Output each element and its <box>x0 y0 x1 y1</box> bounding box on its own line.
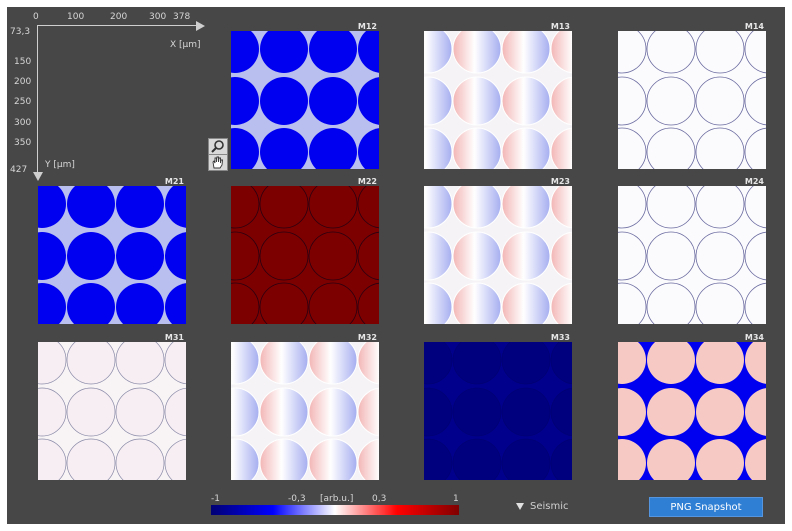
colorbar-unit-label: [arb.u.] <box>320 494 354 504</box>
y-tick-label: 150 <box>14 57 32 67</box>
tile-label: M12 <box>357 22 377 31</box>
tile-image <box>231 186 379 324</box>
matrix-tile-m23[interactable]: M23 <box>424 177 572 324</box>
y-axis-line <box>37 25 38 173</box>
tile-image <box>231 31 379 169</box>
matrix-tile-m12[interactable]: M12 <box>231 22 379 169</box>
y-tick-label: 73,3 <box>10 27 31 37</box>
x-axis-arrow-icon <box>196 21 205 31</box>
colorbar-min-label: -1 <box>211 494 220 504</box>
tile-image <box>618 31 766 169</box>
tile-label: M34 <box>744 333 764 342</box>
tile-label: M32 <box>357 333 377 342</box>
y-tick-label: 427 <box>10 165 28 175</box>
zoom-icon[interactable] <box>208 138 228 155</box>
x-tick-label: 300 <box>149 12 167 22</box>
x-tick-label: 200 <box>110 12 128 22</box>
matrix-tile-m33[interactable]: M33 <box>424 333 572 480</box>
tile-image <box>424 342 572 480</box>
view-tools <box>208 138 228 171</box>
tile-image <box>424 31 572 169</box>
colormap-dropdown[interactable]: Seismic <box>516 501 569 512</box>
tile-image <box>618 342 766 480</box>
tile-image <box>424 186 572 324</box>
matrix-tile-m31[interactable]: M31 <box>38 333 186 480</box>
x-tick-label: 100 <box>67 12 85 22</box>
x-tick-label: 378 <box>173 12 191 22</box>
tile-label: M31 <box>164 333 184 342</box>
y-axis-label: Y [µm] <box>45 160 75 170</box>
tile-label: M22 <box>357 177 377 186</box>
tile-label: M13 <box>550 22 570 31</box>
pan-hand-icon[interactable] <box>208 154 228 171</box>
mueller-matrix-viewer: 0 100 200 300 378 X [µm] 73,3 150 200 25… <box>7 7 785 524</box>
png-snapshot-button[interactable]: PNG Snapshot <box>649 497 763 517</box>
matrix-tile-m24[interactable]: M24 <box>618 177 766 324</box>
colorbar-max-label: 1 <box>453 494 459 504</box>
y-tick-label: 300 <box>14 118 32 128</box>
colorbar-neg-label: -0,3 <box>288 494 306 504</box>
tile-label: M23 <box>550 177 570 186</box>
colorbar-pos-label: 0,3 <box>372 494 387 504</box>
y-axis-arrow-icon <box>33 172 43 181</box>
tile-label: M33 <box>550 333 570 342</box>
x-axis-label: X [µm] <box>170 40 201 50</box>
colorbar <box>211 505 459 515</box>
tile-label: M24 <box>744 177 764 186</box>
tile-label: M14 <box>744 22 764 31</box>
matrix-tile-m22[interactable]: M22 <box>231 177 379 324</box>
tile-label: M21 <box>164 177 184 186</box>
matrix-tile-m32[interactable]: M32 <box>231 333 379 480</box>
x-axis-line <box>37 25 197 26</box>
dropdown-triangle-icon <box>516 502 524 510</box>
matrix-tile-m34[interactable]: M34 <box>618 333 766 480</box>
colormap-label: Seismic <box>530 501 569 512</box>
tile-image <box>38 186 186 324</box>
matrix-tile-m13[interactable]: M13 <box>424 22 572 169</box>
x-tick-label: 0 <box>33 12 39 22</box>
matrix-tile-m14[interactable]: M14 <box>618 22 766 169</box>
tile-image <box>618 186 766 324</box>
y-tick-label: 200 <box>14 77 32 87</box>
tile-image <box>38 342 186 480</box>
tile-image <box>231 342 379 480</box>
y-tick-label: 250 <box>14 97 32 107</box>
y-tick-label: 350 <box>14 138 32 148</box>
matrix-tile-m21[interactable]: M21 <box>38 177 186 324</box>
